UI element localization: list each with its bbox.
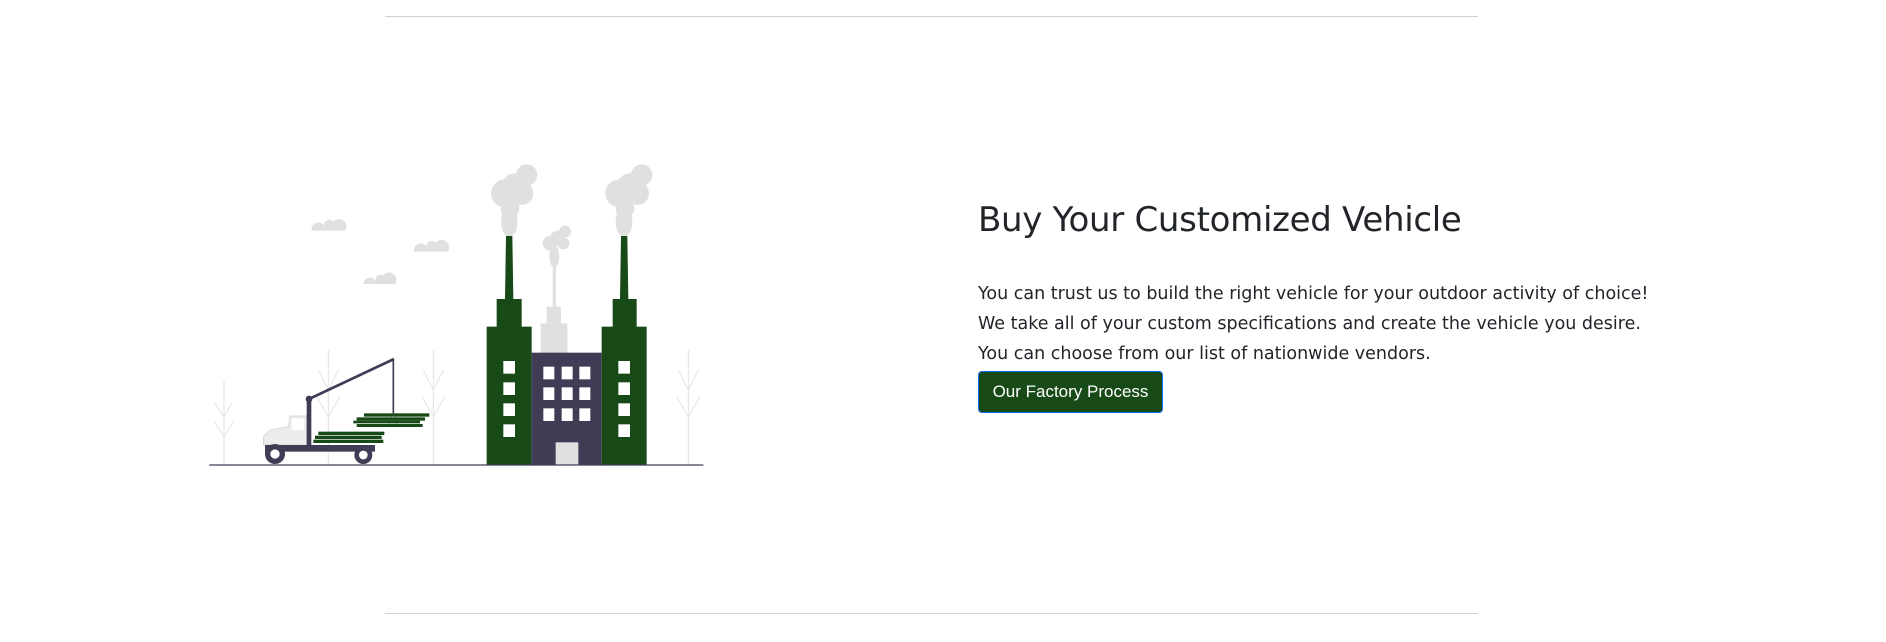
description-line: You can trust us to build the right vehi… (978, 284, 1649, 304)
bottom-divider (385, 613, 1478, 614)
factory-process-button[interactable]: Our Factory Process (978, 371, 1163, 413)
section-heading: Buy Your Customized Vehicle (978, 200, 1462, 240)
crane-truck-icon (263, 357, 430, 464)
description-line: We take all of your custom specification… (978, 314, 1641, 334)
section-description: You can trust us to build the right vehi… (978, 279, 1648, 369)
description-line: You can choose from our list of nationwi… (978, 344, 1431, 364)
top-divider (385, 16, 1478, 17)
cloud-icons (311, 219, 450, 284)
factory-illustration (209, 164, 704, 466)
